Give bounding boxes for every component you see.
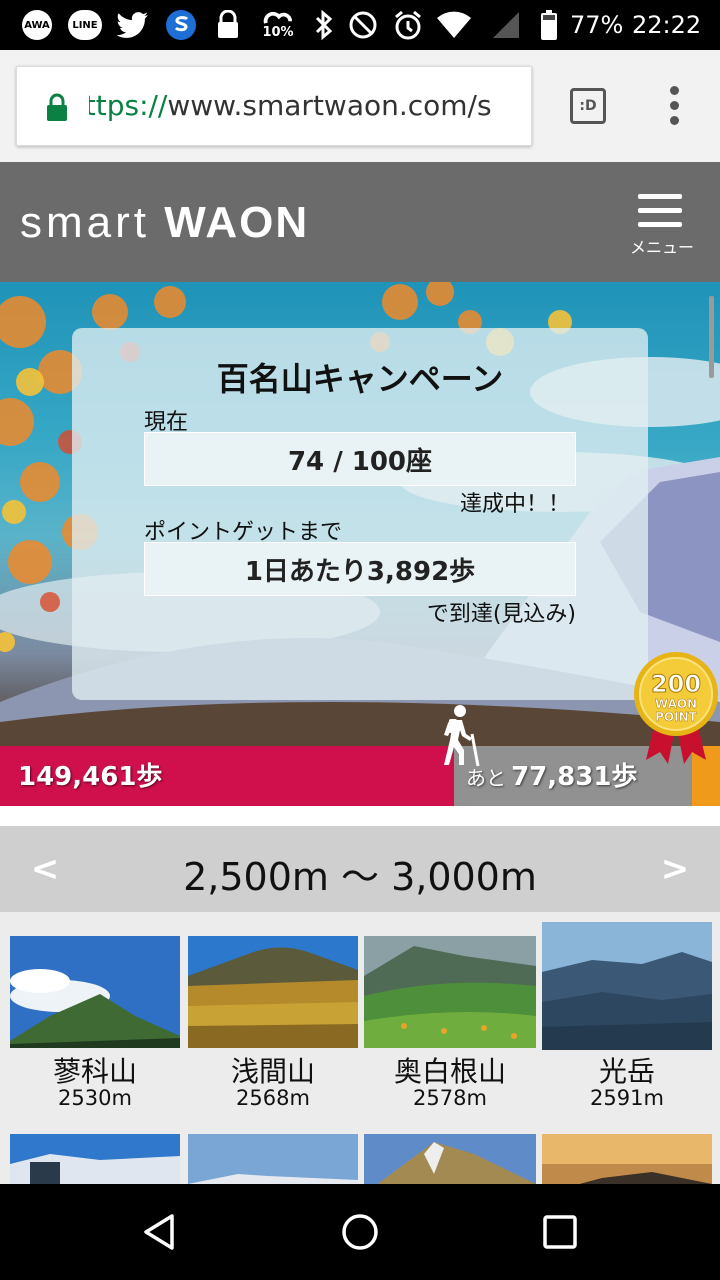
mountain-elevation: 2568m: [236, 1086, 310, 1110]
mountain-card[interactable]: 浅間山 2568m: [188, 936, 358, 1126]
medal-line1: WAON: [655, 697, 697, 711]
menu-button[interactable]: メニュー: [624, 192, 700, 262]
alarm-icon: [392, 10, 424, 40]
mountain-card[interactable]: 蓼科山 2530m: [10, 936, 180, 1126]
data-saver-icon: 10%: [258, 10, 298, 40]
mountain-grid: 蓼科山 2530m 浅間山 2568m 奥白根山 2578m 光岳 2591m: [0, 912, 720, 1184]
menu-label: メニュー: [629, 238, 694, 257]
remaining-value: 77,831歩: [511, 762, 638, 792]
android-navigation-bar: [0, 1184, 720, 1280]
awa-app-icon: AWA: [22, 10, 52, 40]
signal-icon: [490, 10, 522, 40]
wifi-icon: [436, 10, 472, 40]
url-host: www.smartwaon.com/s: [167, 89, 492, 122]
mountain-card[interactable]: 光岳 2591m: [542, 922, 712, 1126]
recents-icon[interactable]: [542, 1214, 578, 1250]
logo-smart: smart: [20, 198, 150, 247]
medal-line2: POINT: [655, 710, 698, 724]
lock-status-icon: [214, 10, 242, 40]
reach-estimate-label: で到達(見込み): [426, 602, 576, 627]
next-range-button[interactable]: >: [660, 844, 690, 894]
mountain-photo[interactable]: [188, 1134, 358, 1184]
reader-mode-button[interactable]: :D: [570, 88, 606, 124]
elevation-range-label: 2,500m 〜 3,000m: [183, 855, 537, 899]
logo-waon: WAON: [164, 198, 310, 247]
bluetooth-icon: [312, 10, 336, 40]
mountain-photo: [542, 922, 712, 1050]
hiker-icon: [444, 705, 480, 766]
menu-dot: [670, 116, 679, 125]
mountain-photo[interactable]: [10, 1134, 180, 1184]
line-app-icon: LINE: [68, 10, 102, 40]
browser-menu-button[interactable]: [664, 86, 684, 126]
steps-walked: 149,461歩: [18, 762, 163, 792]
clock: 22:22: [632, 11, 702, 39]
s-app-icon: [164, 10, 198, 40]
page-scrollbar[interactable]: [709, 296, 714, 378]
mountain-name: 蓼科山: [52, 1055, 137, 1088]
climbed-count: 74 / 100座: [144, 432, 576, 486]
twitter-icon: [116, 10, 150, 40]
mountain-elevation: 2578m: [413, 1086, 487, 1110]
mountain-elevation: 2591m: [590, 1086, 664, 1110]
awa-app-icon-label: AWA: [24, 19, 50, 31]
url-scheme: https://: [89, 89, 168, 122]
browser-toolbar: https://www.smartwaon.com/s :D: [0, 50, 720, 162]
daily-steps-needed: 1日あたり3,892歩: [144, 542, 576, 596]
menu-dot: [670, 86, 679, 95]
line-app-icon-label: LINE: [72, 19, 98, 31]
battery-icon: [538, 10, 560, 40]
smart-waon-logo[interactable]: smart WAON: [20, 198, 309, 248]
menu-dot: [670, 101, 679, 110]
medal-points: 200: [651, 670, 701, 698]
mountain-name: 奥白根山: [393, 1055, 506, 1088]
mountain-card[interactable]: 奥白根山 2578m: [364, 936, 536, 1126]
status-bar: AWA LINE 10% 77% 22:22: [0, 0, 720, 50]
mountain-photo: [188, 936, 358, 1048]
remaining-prefix: あと: [466, 766, 506, 790]
home-icon[interactable]: [340, 1212, 380, 1252]
campaign-title: 百名山キャンペーン: [216, 360, 504, 398]
mountain-photo[interactable]: [364, 1134, 536, 1184]
address-bar[interactable]: https://www.smartwaon.com/s: [16, 66, 532, 146]
mountain-photo: [10, 936, 180, 1048]
mountain-elevation: 2530m: [58, 1086, 132, 1110]
elevation-range-navigator: < 2,500m 〜 3,000m >: [0, 826, 720, 912]
reader-mode-label: :D: [579, 98, 597, 114]
mountain-photo: [364, 936, 536, 1048]
mountain-name: 光岳: [598, 1055, 655, 1088]
hamburger-icon: [638, 222, 682, 227]
hamburger-icon: [638, 194, 682, 199]
steps-remaining: あと 77,831歩: [466, 756, 637, 793]
lock-icon: [47, 93, 67, 121]
mountain-name: 浅間山: [230, 1055, 315, 1088]
site-header: smart WAON メニュー: [0, 162, 720, 282]
back-icon[interactable]: [140, 1212, 180, 1252]
data-saver-label: 10%: [262, 25, 294, 40]
spacer: [0, 806, 720, 826]
hamburger-icon: [638, 208, 682, 213]
campaign-card: 百名山キャンペーン 現在 74 / 100座 達成中！！ ポイントゲットまで 1…: [72, 328, 648, 700]
achieving-label: 達成中！！: [459, 492, 570, 517]
url-text[interactable]: https://www.smartwaon.com/s: [89, 89, 529, 125]
battery-percent: 77%: [570, 11, 624, 39]
campaign-banner: 百名山キャンペーン 現在 74 / 100座 達成中！！ ポイントゲットまで 1…: [0, 282, 720, 746]
waon-point-medal: 200 WAON POINT: [634, 652, 718, 764]
do-not-disturb-icon: [348, 10, 378, 40]
step-progress-bar: 149,461歩 あと 77,831歩: [0, 746, 720, 806]
mountain-photo[interactable]: [542, 1134, 712, 1184]
